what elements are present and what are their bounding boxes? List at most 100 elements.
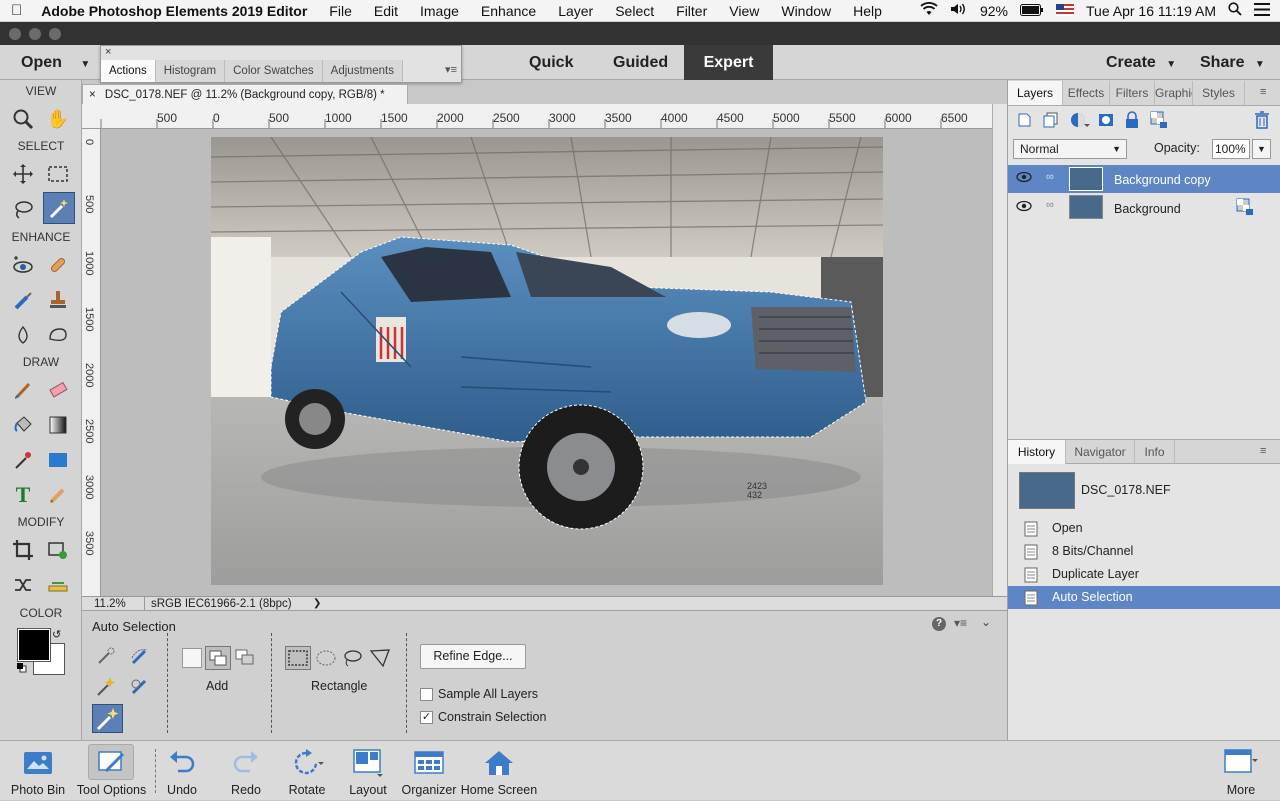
tab-color-swatches[interactable]: Color Swatches bbox=[225, 60, 323, 82]
ellipse-shape-icon[interactable] bbox=[315, 648, 337, 668]
content-aware-move-tool-icon[interactable] bbox=[8, 570, 38, 600]
foreground-color-swatch[interactable] bbox=[17, 628, 51, 662]
rectangle-shape-icon[interactable] bbox=[285, 646, 311, 670]
vertical-scrollbar[interactable] bbox=[992, 104, 1007, 596]
rotate-button[interactable]: Rotate bbox=[284, 741, 330, 801]
photo-canvas[interactable]: 2423 432 bbox=[211, 137, 883, 585]
mode-guided[interactable]: Guided bbox=[613, 45, 668, 80]
new-selection-mode-icon[interactable] bbox=[182, 648, 202, 668]
auto-selection-variant-icon[interactable] bbox=[92, 704, 123, 733]
notification-center-icon[interactable] bbox=[1254, 2, 1270, 19]
tab-layers[interactable]: Layers bbox=[1008, 81, 1063, 105]
tab-graphics[interactable]: Graphics bbox=[1155, 81, 1193, 105]
tab-info[interactable]: Info bbox=[1135, 440, 1175, 464]
shape-tool-icon[interactable] bbox=[43, 445, 73, 475]
opacity-input[interactable]: 100% bbox=[1212, 139, 1250, 159]
spot-healing-tool-icon[interactable] bbox=[43, 250, 73, 280]
close-icon[interactable]: × bbox=[89, 89, 96, 101]
mode-quick[interactable]: Quick bbox=[529, 45, 573, 80]
menu-edit[interactable]: Edit bbox=[363, 3, 409, 19]
undo-button[interactable]: Undo bbox=[160, 741, 204, 801]
apple-icon[interactable]:  bbox=[0, 2, 33, 19]
blur-tool-icon[interactable] bbox=[8, 320, 38, 350]
refine-selection-brush-variant-icon[interactable] bbox=[128, 674, 152, 698]
document-tab[interactable]: × DSC_0178.NEF @ 11.2% (Background copy,… bbox=[82, 84, 408, 104]
smart-brush-tool-icon[interactable] bbox=[8, 285, 38, 315]
menu-view[interactable]: View bbox=[718, 3, 770, 19]
default-colors-icon[interactable] bbox=[17, 662, 27, 673]
lock-transparent-icon[interactable] bbox=[1150, 111, 1168, 129]
tool-options-button[interactable]: Tool Options bbox=[74, 741, 149, 801]
battery-icon[interactable] bbox=[1020, 3, 1044, 19]
menu-help[interactable]: Help bbox=[842, 3, 893, 19]
create-button[interactable]: Create ▼ bbox=[1106, 45, 1176, 80]
flag-icon[interactable] bbox=[1056, 3, 1075, 19]
menu-enhance[interactable]: Enhance bbox=[470, 3, 547, 19]
blend-mode-select[interactable]: Normal ▼ bbox=[1013, 139, 1127, 159]
refine-edge-button[interactable]: Refine Edge... bbox=[420, 644, 526, 669]
minimize-window-button[interactable] bbox=[29, 28, 41, 40]
layer-name[interactable]: Background bbox=[1114, 202, 1181, 216]
tab-adjustments[interactable]: Adjustments bbox=[322, 60, 403, 82]
layer-mask-icon[interactable] bbox=[1098, 112, 1114, 128]
clone-stamp-tool-icon[interactable] bbox=[43, 285, 73, 315]
close-icon[interactable]: × bbox=[105, 46, 111, 58]
history-step[interactable]: Open bbox=[1008, 517, 1280, 540]
opacity-dropdown-icon[interactable]: ▼ bbox=[1252, 139, 1271, 159]
zoom-tool-icon[interactable] bbox=[8, 104, 38, 134]
gradient-tool-icon[interactable] bbox=[43, 410, 73, 440]
paint-bucket-tool-icon[interactable] bbox=[8, 410, 38, 440]
spotlight-search-icon[interactable] bbox=[1228, 2, 1242, 19]
menu-file[interactable]: File bbox=[318, 3, 363, 19]
open-button[interactable]: Open ▼ bbox=[21, 45, 90, 80]
app-name-menu[interactable]: Adobe Photoshop Elements 2019 Editor bbox=[33, 3, 318, 19]
quick-selection-tool-icon[interactable] bbox=[43, 192, 75, 224]
tab-histogram[interactable]: Histogram bbox=[155, 60, 226, 82]
link-icon[interactable]: ∞ bbox=[1046, 199, 1054, 211]
layer-row-background-copy[interactable]: ∞ Background copy bbox=[1008, 165, 1280, 193]
history-snapshot[interactable]: DSC_0178.NEF bbox=[1008, 465, 1280, 515]
panel-menu-icon[interactable]: ▾≡ bbox=[954, 616, 967, 630]
red-eye-tool-icon[interactable] bbox=[8, 250, 38, 280]
crop-tool-icon[interactable] bbox=[8, 535, 38, 565]
pencil-tool-icon[interactable] bbox=[43, 480, 73, 510]
adjustment-layer-icon[interactable] bbox=[1070, 112, 1090, 128]
menu-filter[interactable]: Filter bbox=[665, 3, 718, 19]
quick-selection-variant-icon[interactable] bbox=[94, 644, 118, 668]
panel-menu-icon[interactable]: ≡ bbox=[1260, 86, 1266, 98]
collapse-chevron-icon[interactable]: ⌄ bbox=[981, 615, 991, 629]
help-icon[interactable]: ? bbox=[932, 617, 946, 631]
sample-all-layers-checkbox[interactable] bbox=[420, 688, 433, 701]
zoom-window-button[interactable] bbox=[49, 28, 61, 40]
more-button[interactable]: More bbox=[1218, 741, 1264, 801]
eyedropper-tool-icon[interactable] bbox=[8, 445, 38, 475]
history-step[interactable]: Duplicate Layer bbox=[1008, 563, 1280, 586]
home-screen-button[interactable]: Home Screen bbox=[460, 741, 538, 801]
magic-wand-variant-icon[interactable] bbox=[94, 674, 118, 698]
eraser-tool-icon[interactable] bbox=[43, 375, 73, 405]
layer-name[interactable]: Background copy bbox=[1114, 173, 1211, 187]
eye-icon[interactable] bbox=[1016, 171, 1032, 186]
constrain-selection-checkbox[interactable]: ✓ bbox=[420, 711, 433, 724]
photo-bin-button[interactable]: Photo Bin bbox=[4, 741, 72, 801]
new-group-icon[interactable] bbox=[1043, 112, 1059, 128]
link-icon[interactable]: ∞ bbox=[1046, 171, 1054, 183]
brush-tool-icon[interactable] bbox=[8, 375, 38, 405]
tab-styles[interactable]: Styles bbox=[1193, 81, 1245, 105]
lock-all-icon[interactable] bbox=[1124, 111, 1140, 128]
marquee-tool-icon[interactable] bbox=[43, 159, 73, 189]
share-button[interactable]: Share ▼ bbox=[1200, 45, 1265, 80]
straighten-tool-icon[interactable] bbox=[43, 570, 73, 600]
sponge-tool-icon[interactable] bbox=[43, 320, 73, 350]
hand-tool-icon[interactable]: ✋ bbox=[43, 104, 73, 134]
tab-actions[interactable]: Actions bbox=[101, 60, 156, 82]
panel-menu-icon[interactable]: ≡ bbox=[1260, 445, 1266, 457]
swap-colors-icon[interactable]: ↺ bbox=[52, 628, 61, 641]
tab-navigator[interactable]: Navigator bbox=[1066, 440, 1135, 464]
add-to-selection-mode-icon[interactable] bbox=[205, 646, 231, 670]
wifi-icon[interactable] bbox=[920, 2, 938, 19]
mode-expert[interactable]: Expert bbox=[684, 45, 773, 80]
tab-filters[interactable]: Filters bbox=[1110, 81, 1155, 105]
eye-icon[interactable] bbox=[1016, 200, 1032, 215]
history-step-selected[interactable]: Auto Selection bbox=[1008, 586, 1280, 609]
